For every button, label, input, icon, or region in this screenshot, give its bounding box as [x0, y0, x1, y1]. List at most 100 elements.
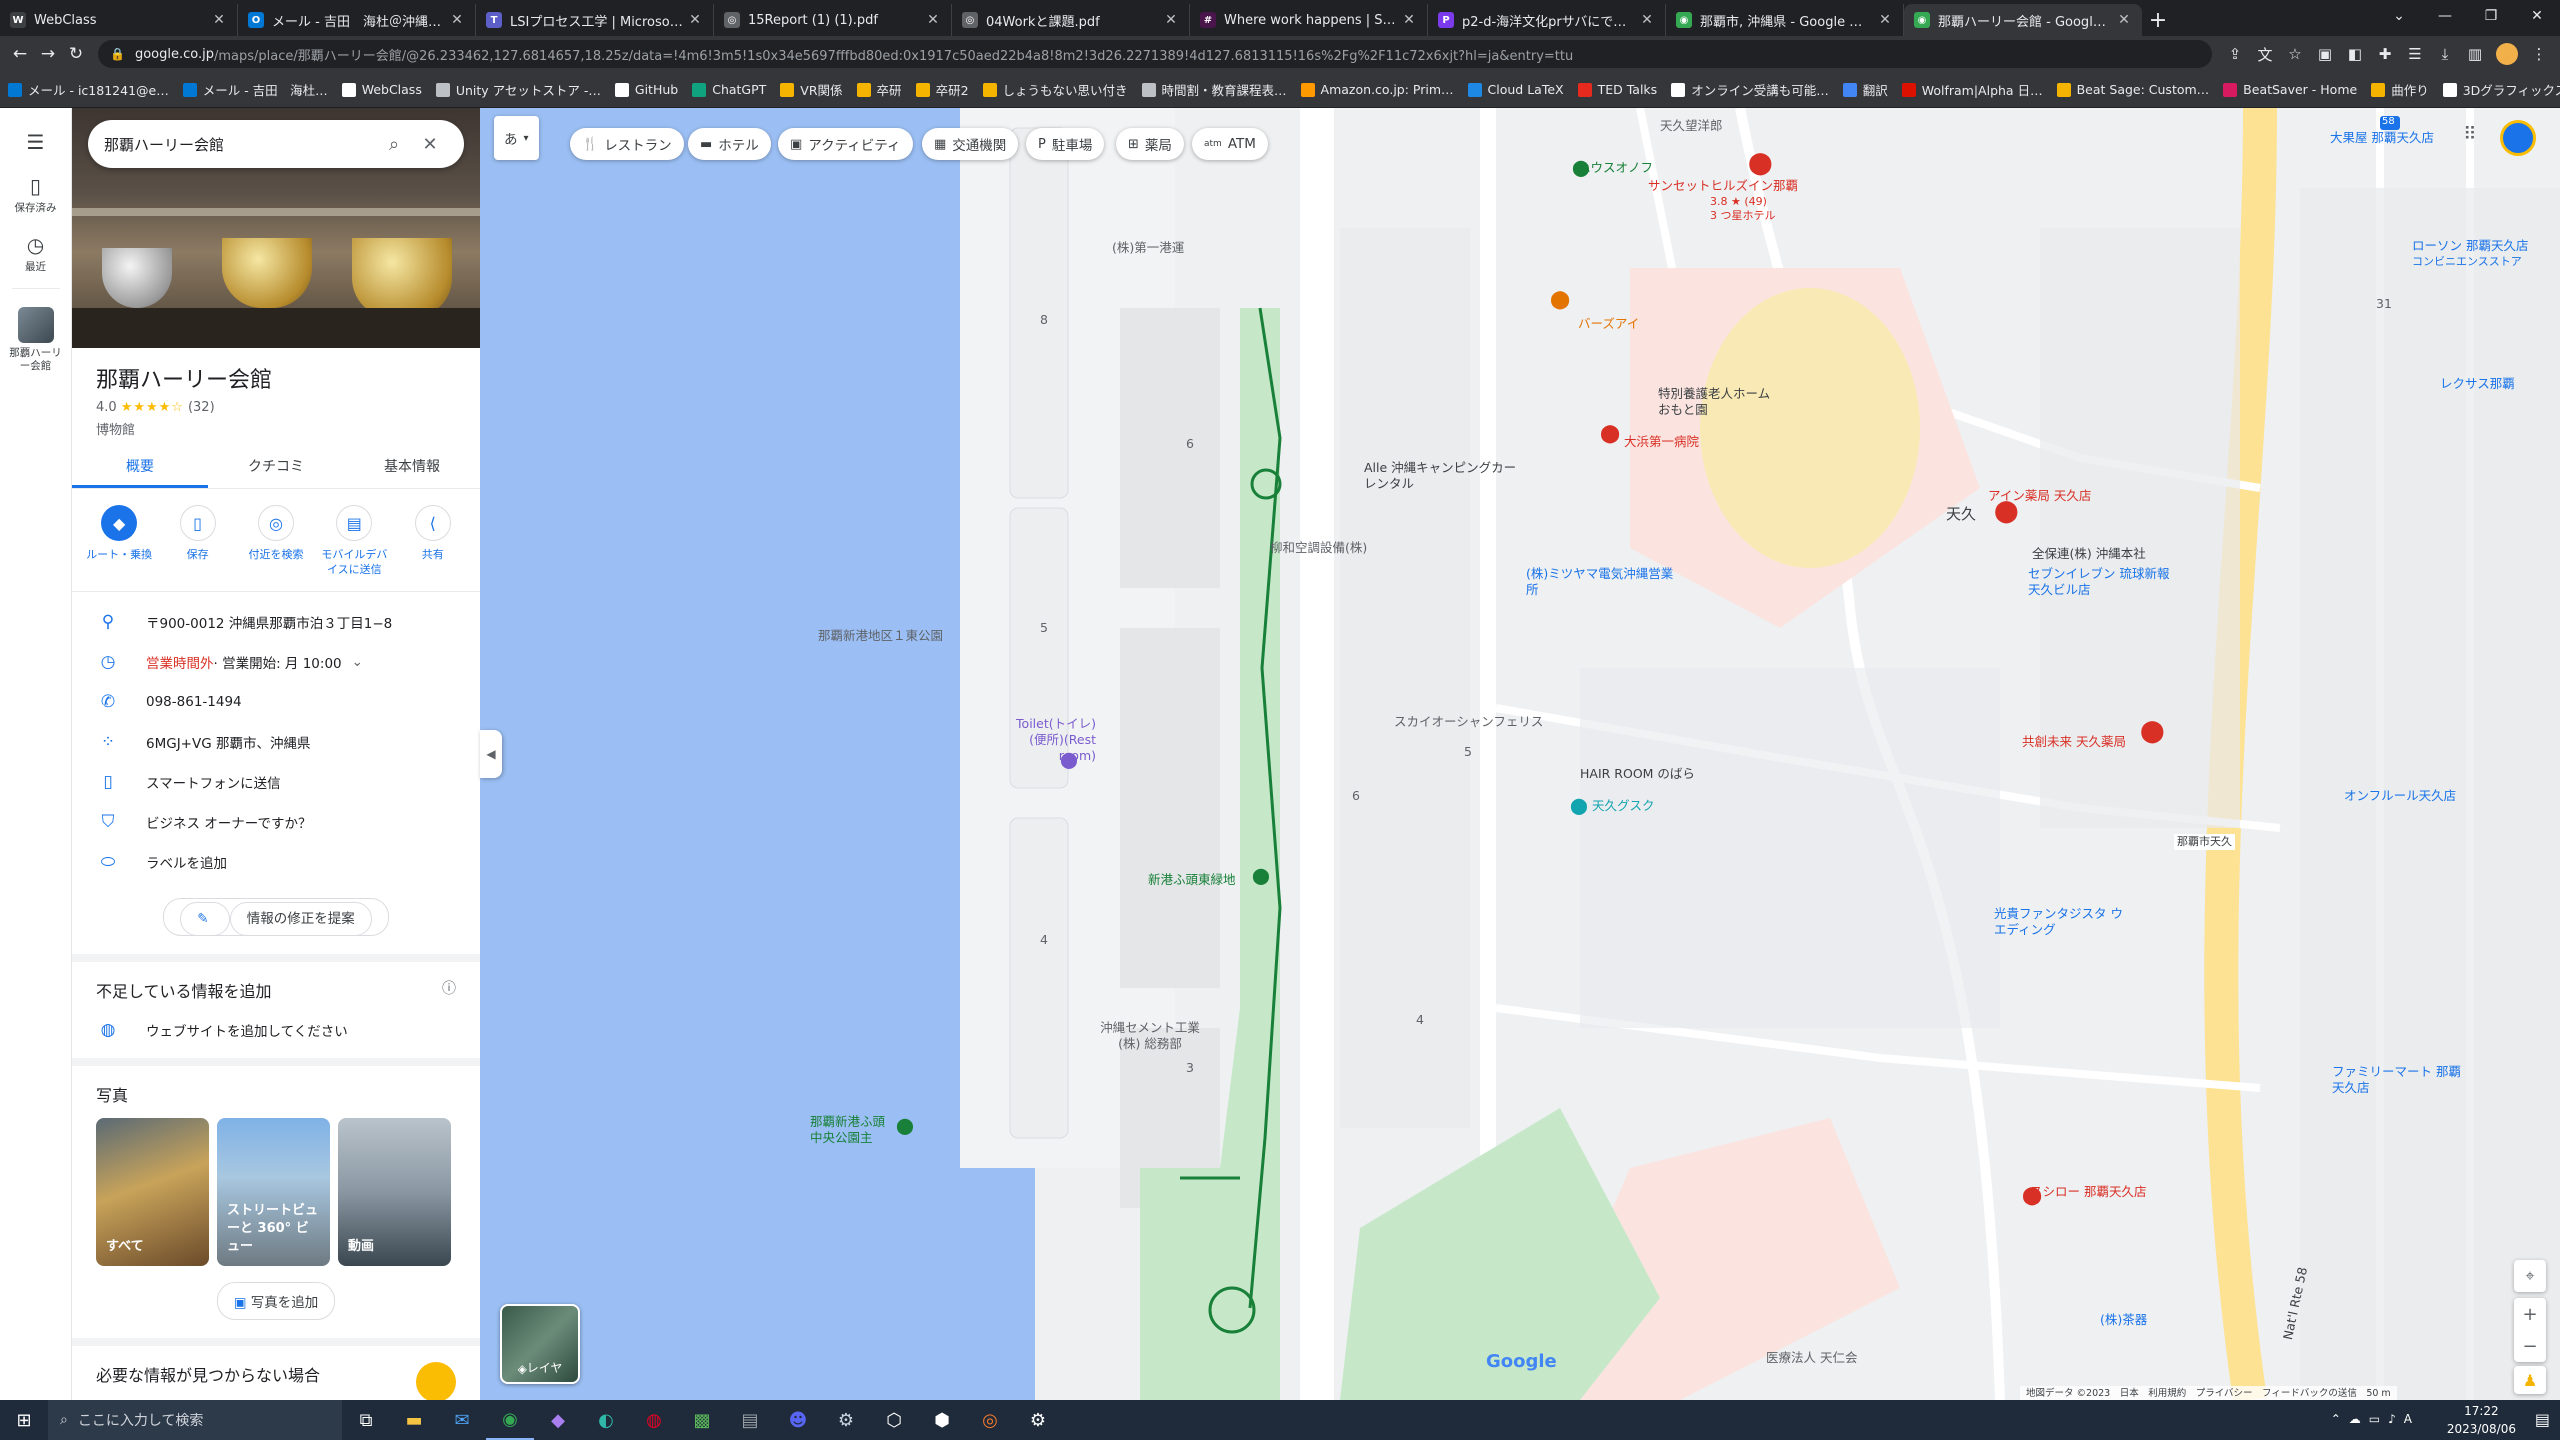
map-label[interactable]: 那覇新港ふ頭 中央公園主: [810, 1114, 900, 1146]
bookmark-item[interactable]: WebClass: [341, 82, 422, 97]
zoom-out-button[interactable]: −: [2514, 1330, 2546, 1362]
bookmark-item[interactable]: Beat Sage: Custom…: [2056, 82, 2209, 97]
bookmark-item[interactable]: 翻訳: [1842, 80, 1888, 99]
close-tab-icon[interactable]: ✕: [449, 12, 465, 28]
location-pin-icon[interactable]: ⬤: [1550, 291, 1570, 309]
pinterest-icon[interactable]: ◍: [630, 1400, 678, 1440]
map-label[interactable]: 共創未来 天久薬局: [2022, 734, 2126, 750]
map-label[interactable]: 医療法人 天仁会: [1766, 1350, 1857, 1366]
close-tab-icon[interactable]: ✕: [2116, 12, 2132, 28]
location-pin-icon[interactable]: ⬤: [1994, 501, 2019, 523]
chip-activities[interactable]: ▣ アクティビティ: [778, 128, 913, 160]
new-tab-button[interactable]: +: [2142, 4, 2174, 36]
notes-icon[interactable]: ▤: [726, 1400, 774, 1440]
map-label[interactable]: スシロー 那覇天久店: [2030, 1184, 2146, 1200]
close-window-button[interactable]: ✕: [2514, 0, 2560, 32]
chip-atm[interactable]: atm ATM: [1192, 128, 1268, 160]
close-tab-icon[interactable]: ✕: [211, 12, 227, 28]
settings-icon[interactable]: ⚙: [1014, 1400, 1062, 1440]
chip-transit[interactable]: ▦ 交通機関: [922, 128, 1019, 160]
map-label[interactable]: 大果屋 那覇天久店: [2330, 130, 2434, 146]
map-canvas[interactable]: あ ▾ 🍴 レストラン ▬ ホテル ▣ アクティビティ ▦ 交通機関 P 駐車場 ⊞ 薬局 a…: [480, 108, 2560, 1400]
bookmark-item[interactable]: メール - 吉田 海杜…: [182, 80, 328, 99]
download-icon[interactable]: ⤓: [2430, 40, 2460, 68]
map-label[interactable]: 那覇新港地区１東公園: [818, 628, 943, 644]
steam-icon[interactable]: ⚙: [822, 1400, 870, 1440]
visual-studio-icon[interactable]: ◆: [534, 1400, 582, 1440]
send-phone-row[interactable]: ▯ スマートフォンに送信: [72, 762, 480, 802]
owner-row[interactable]: ⛉ ビジネス オーナーですか？: [72, 802, 480, 842]
map-label[interactable]: 新港ふ頭東緑地: [1148, 872, 1236, 888]
directions-button[interactable]: ◆ ルート・乗換: [82, 505, 156, 577]
add-website-row[interactable]: ◍ ウェブサイトを追加してください: [72, 1014, 480, 1066]
apps-grid-icon[interactable]: ⠿: [2456, 124, 2484, 152]
location-pin-icon[interactable]: ⬤: [1572, 160, 1590, 176]
map-label[interactable]: オンフルール天久店: [2344, 788, 2456, 804]
extension-icon[interactable]: ▣: [2310, 40, 2340, 68]
unity-icon[interactable]: ⬡: [870, 1400, 918, 1440]
send-to-phone-button[interactable]: ▤ モバイルデバイスに送信: [317, 505, 391, 577]
system-tray[interactable]: ⌃☁▭♪A: [2331, 1412, 2420, 1426]
close-tab-icon[interactable]: ✕: [1163, 12, 1179, 28]
bookmark-item[interactable]: VR関係: [780, 80, 843, 99]
plus-code-row[interactable]: ⁘ 6MGJ+VG 那覇市、沖縄県: [72, 722, 480, 762]
file-explorer-icon[interactable]: ▬: [390, 1400, 438, 1440]
place-category[interactable]: 博物館: [72, 415, 480, 438]
minecraft-icon[interactable]: ▩: [678, 1400, 726, 1440]
address-bar[interactable]: 🔒 google.co.jp /maps/place/那覇ハーリー会館/@26.…: [98, 40, 2212, 68]
browser-tab[interactable]: ◉ 那覇市, 沖縄県 - Google マップ ✕: [1666, 4, 1904, 36]
zoom-in-button[interactable]: +: [2514, 1298, 2546, 1330]
location-pin-icon[interactable]: ⬤: [1600, 425, 1620, 443]
map-label[interactable]: (株)第一港運: [1112, 240, 1184, 256]
start-button[interactable]: ⊞: [0, 1400, 48, 1440]
bookmark-item[interactable]: Wolfram|Alpha 日…: [1901, 80, 2043, 99]
chrome-icon[interactable]: ◉: [486, 1400, 534, 1440]
bookmark-item[interactable]: オンライン受講も可能…: [1671, 80, 1829, 99]
menu-icon[interactable]: ⋮: [2524, 40, 2554, 68]
bookmark-item[interactable]: メール - ic181241@e…: [8, 80, 169, 99]
hours-row[interactable]: ◷ 営業時間外 · 営業開始: 月 10:00 ⌄: [72, 642, 480, 682]
map-label[interactable]: 柳和空調設備(株): [1270, 540, 1367, 556]
extensions-puzzle-icon[interactable]: ✚: [2370, 40, 2400, 68]
account-avatar[interactable]: [2500, 120, 2536, 156]
map-label[interactable]: Alle 沖縄キャンピングカーレンタル: [1364, 460, 1524, 492]
side-panel-icon[interactable]: ▥: [2460, 40, 2490, 68]
bookmark-item[interactable]: GitHub: [614, 82, 678, 97]
edge-icon[interactable]: ◐: [582, 1400, 630, 1440]
taskbar-search[interactable]: ⌕ ここに入力して検索: [48, 1400, 342, 1440]
recent-button[interactable]: ◷ 最近: [0, 233, 71, 274]
bookmark-item[interactable]: ChatGPT: [692, 82, 766, 97]
bookmark-item[interactable]: 3Dグラフィックス・マニ…: [2442, 80, 2560, 99]
notification-icon[interactable]: ▤: [2535, 1410, 2550, 1429]
photo-video[interactable]: 動画: [338, 1118, 451, 1266]
map-label[interactable]: ローソン 那覇天久店: [2412, 238, 2528, 254]
tab-reviews[interactable]: クチコミ: [208, 456, 344, 488]
share-button[interactable]: ⟨ 共有: [396, 505, 470, 577]
browser-tab[interactable]: O メール - 吉田 海杜＠沖縄高専学生✕: [238, 4, 476, 36]
menu-button[interactable]: ☰: [0, 130, 71, 156]
unity-hub-icon[interactable]: ⬢: [918, 1400, 966, 1440]
back-button[interactable]: ←: [6, 40, 34, 68]
translate-icon[interactable]: 文: [2250, 40, 2280, 68]
bookmark-star-icon[interactable]: ☆: [2280, 40, 2310, 68]
review-count[interactable]: (32): [188, 400, 215, 415]
close-tab-icon[interactable]: ✕: [1877, 12, 1893, 28]
browser-tab[interactable]: ◎ 04Workと課題.pdf ✕: [952, 4, 1190, 36]
save-button[interactable]: ▯ 保存: [161, 505, 235, 577]
tab-search-icon[interactable]: ⌄: [2376, 0, 2422, 32]
map-label[interactable]: 全保連(株) 沖縄本社: [2032, 546, 2146, 562]
map-label[interactable]: セブンイレブン 琉球新報天久ビル店: [2028, 566, 2178, 598]
map-label[interactable]: HAIR ROOM のばら: [1580, 766, 1695, 782]
suggest-edit-button[interactable]: ✎ 情報の修正を提案: [163, 898, 389, 936]
browser-tab[interactable]: ◎ 15Report (1) (1).pdf ✕: [714, 4, 952, 36]
close-icon[interactable]: ✕: [412, 134, 448, 155]
chevron-down-icon[interactable]: ⌄: [352, 654, 363, 670]
reload-button[interactable]: ↻: [62, 40, 90, 68]
browser-tab[interactable]: Pp2-d-海洋文化prサバにで子ども泊…✕: [1428, 4, 1666, 36]
layers-button[interactable]: ◈ レイヤ: [500, 1304, 580, 1384]
bookmark-item[interactable]: しょうもない思い付き: [982, 80, 1128, 99]
bookmark-item[interactable]: Unity アセットストア -…: [435, 80, 601, 99]
location-pin-icon[interactable]: ⬤: [2140, 721, 2165, 743]
task-view-icon[interactable]: ⧉: [342, 1400, 390, 1440]
saved-button[interactable]: ▯ 保存済み: [0, 174, 71, 215]
